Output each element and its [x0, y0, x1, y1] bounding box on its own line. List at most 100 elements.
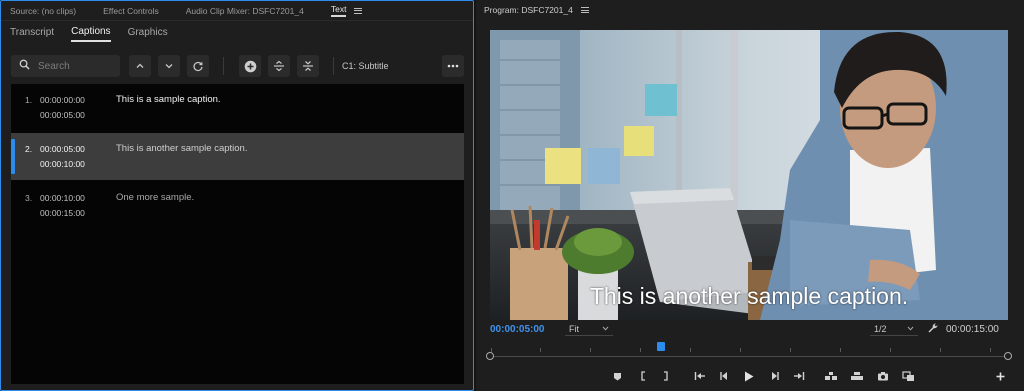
caption-index: 2.	[25, 144, 33, 154]
comparison-view-icon	[901, 370, 914, 381]
mark-out-button[interactable]	[658, 368, 674, 384]
overwrite-icon	[851, 372, 863, 380]
toolbar-divider	[333, 57, 334, 75]
in-handle[interactable]	[486, 352, 494, 360]
replace-button[interactable]	[187, 55, 209, 77]
duration-timecode: 00:00:15:00	[946, 324, 999, 335]
caption-in-time[interactable]: 00:00:10:00	[40, 193, 85, 203]
refresh-icon	[193, 61, 203, 72]
playhead-timecode[interactable]: 00:00:05:00	[490, 324, 544, 335]
caption-in-time[interactable]: 00:00:05:00	[40, 144, 85, 154]
caption-row[interactable]: 1. 00:00:00:00 00:00:05:00 This is a sam…	[11, 84, 464, 131]
search-input[interactable]	[38, 60, 108, 72]
tab-text[interactable]: Text	[330, 4, 363, 17]
button-editor-button[interactable]	[992, 368, 1008, 384]
playback-resolution-select[interactable]: 1/2	[870, 322, 918, 336]
plus-icon	[996, 372, 1004, 380]
mark-in-icon	[641, 371, 645, 381]
tab-graphics[interactable]: Graphics	[128, 23, 168, 41]
captions-toolbar: C1: Subtitle	[11, 55, 465, 77]
tab-effect-controls[interactable]: Effect Controls	[103, 6, 159, 16]
caption-row-selected[interactable]: 2. 00:00:05:00 00:00:10:00 This is anoth…	[11, 133, 464, 180]
search-icon	[19, 59, 30, 73]
previous-caption-button[interactable]	[129, 55, 151, 77]
video-frame[interactable]: This is another sample caption.	[490, 30, 1008, 320]
text-panel: Source: (no clips) Effect Controls Audio…	[0, 0, 474, 391]
step-back-icon	[720, 372, 727, 380]
chevron-up-icon	[136, 63, 144, 68]
ruler-tick	[940, 348, 941, 352]
go-to-in-icon	[694, 372, 705, 380]
zoom-value: Fit	[569, 323, 579, 334]
caption-text[interactable]: This is another sample caption.	[116, 143, 247, 154]
play-icon	[745, 371, 754, 381]
zoom-select[interactable]: Fit	[565, 322, 613, 336]
caption-in-time[interactable]: 00:00:00:00	[40, 95, 85, 105]
program-monitor: Program: DSFC7201_4 This is another samp…	[476, 0, 1024, 391]
split-icon	[274, 60, 284, 72]
transport-controls	[476, 368, 1024, 384]
caption-out-time[interactable]: 00:00:15:00	[40, 208, 85, 218]
marker-icon	[613, 372, 621, 380]
ruler-tick	[890, 348, 891, 352]
video-image	[490, 30, 1008, 320]
caption-text[interactable]: This is a sample caption.	[116, 94, 221, 105]
ruler-tick	[840, 348, 841, 352]
search-box[interactable]	[11, 55, 120, 77]
step-back-button[interactable]	[716, 368, 732, 384]
tab-audio-clip-mixer[interactable]: Audio Clip Mixer: DSFC7201_4	[186, 6, 304, 16]
add-caption-button[interactable]	[239, 55, 261, 77]
next-caption-button[interactable]	[158, 55, 180, 77]
tab-captions[interactable]: Captions	[71, 22, 111, 42]
program-title[interactable]: Program: DSFC7201_4	[484, 5, 573, 15]
tab-source[interactable]: Source: (no clips)	[10, 6, 76, 16]
ruler-tick	[740, 348, 741, 352]
caption-overlay[interactable]: This is another sample caption.	[490, 283, 1008, 310]
chevron-down-icon	[165, 64, 173, 69]
caption-out-time[interactable]: 00:00:10:00	[40, 159, 85, 169]
caption-index: 1.	[25, 95, 33, 105]
timeline-scrubber[interactable]	[486, 342, 1012, 362]
merge-captions-button[interactable]	[297, 55, 319, 77]
ruler-tick	[540, 348, 541, 352]
mark-in-button[interactable]	[635, 368, 651, 384]
play-button[interactable]	[741, 368, 757, 384]
go-to-out-button[interactable]	[791, 368, 807, 384]
tab-text-label: Text	[330, 4, 347, 17]
ellipsis-icon	[447, 64, 459, 68]
wrench-icon[interactable]	[927, 322, 939, 334]
go-to-in-button[interactable]	[692, 368, 708, 384]
merge-icon	[303, 61, 313, 71]
chevron-down-icon	[602, 326, 609, 331]
ruler-tick	[690, 348, 691, 352]
overwrite-button[interactable]	[849, 368, 865, 384]
insert-button[interactable]	[823, 368, 839, 384]
ruler-tick	[790, 348, 791, 352]
split-caption-button[interactable]	[268, 55, 290, 77]
tab-transcript[interactable]: Transcript	[10, 23, 54, 41]
camera-icon	[878, 372, 888, 381]
more-options-button[interactable]	[442, 55, 464, 77]
scrubber-track[interactable]	[490, 356, 1008, 357]
step-forward-button[interactable]	[767, 368, 783, 384]
ruler-tick	[590, 348, 591, 352]
mark-out-icon	[664, 371, 668, 381]
add-marker-button[interactable]	[609, 368, 625, 384]
add-circle-icon	[244, 60, 256, 72]
out-handle[interactable]	[1004, 352, 1012, 360]
caption-index: 3.	[25, 193, 33, 203]
program-monitor-title: Program: DSFC7201_4	[484, 5, 589, 15]
caption-text[interactable]: One more sample.	[116, 192, 194, 203]
step-forward-icon	[772, 372, 779, 380]
comparison-view-button[interactable]	[900, 368, 916, 384]
playhead-handle[interactable]	[657, 342, 665, 351]
text-sub-tabs: Transcript Captions Graphics	[1, 21, 473, 43]
monitor-menu-icon[interactable]	[580, 7, 589, 13]
panel-tab-bar: Source: (no clips) Effect Controls Audio…	[1, 1, 473, 21]
panel-menu-icon[interactable]	[354, 7, 363, 14]
caption-row[interactable]: 3. 00:00:10:00 00:00:15:00 One more samp…	[11, 182, 464, 229]
caption-out-time[interactable]: 00:00:05:00	[40, 110, 85, 120]
selection-indicator	[11, 139, 15, 174]
export-frame-button[interactable]	[875, 368, 891, 384]
ruler-tick	[640, 348, 641, 352]
